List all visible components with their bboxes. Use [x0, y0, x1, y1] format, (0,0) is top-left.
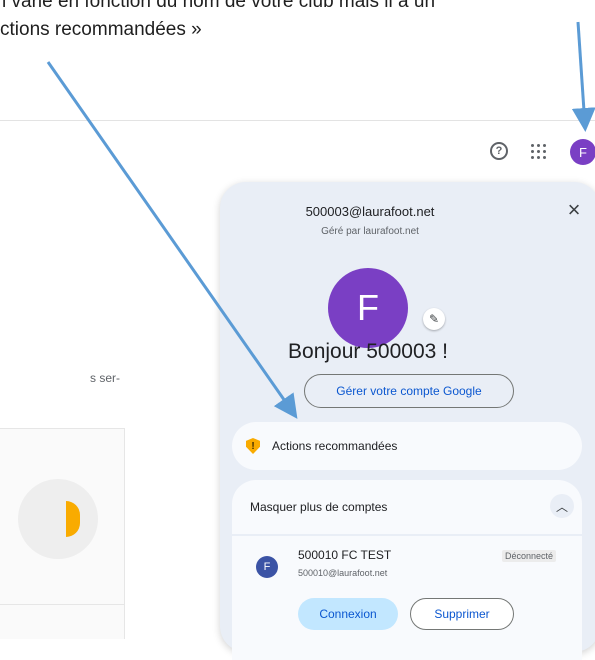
connect-button[interactable]: Connexion	[298, 598, 398, 630]
help-icon[interactable]: ?	[490, 142, 508, 160]
background-card	[0, 428, 125, 639]
caption-line-1: i varie en fonction du nom de votre club…	[2, 0, 436, 12]
other-account-email: 500010@laurafoot.net	[298, 568, 388, 578]
header-divider	[0, 120, 595, 121]
other-account-avatar[interactable]: F	[256, 556, 278, 578]
background-text: s ser-	[90, 371, 120, 385]
warning-shield-icon: !	[246, 438, 260, 454]
other-account-name[interactable]: 500010 FC TEST	[298, 548, 391, 562]
caption-line-2: ctions recommandées »	[0, 19, 202, 40]
managed-by-text: Géré par laurafoot.net	[321, 226, 419, 237]
hide-accounts-toggle-label[interactable]: Masquer plus de comptes	[250, 500, 387, 514]
account-avatar-button[interactable]: F	[570, 139, 595, 165]
apps-grid-icon[interactable]	[530, 143, 546, 159]
recommended-actions-label: Actions recommandées	[272, 439, 398, 453]
edit-pencil-icon[interactable]: ✎	[423, 308, 445, 330]
card-illustration	[18, 479, 98, 559]
account-email: 500003@laurafoot.net	[305, 204, 435, 219]
account-panel: 500003@laurafoot.net Géré par laurafoot.…	[220, 182, 595, 660]
close-icon[interactable]: ×	[564, 199, 584, 221]
manage-account-button[interactable]: Gérer votre compte Google	[304, 374, 514, 408]
recommended-actions-item[interactable]: ! Actions recommandées	[232, 422, 582, 470]
background-divider	[0, 604, 124, 605]
other-accounts-section: Masquer plus de comptes ︿ F 500010 FC TE…	[232, 480, 582, 660]
profile-avatar[interactable]: F	[328, 268, 408, 348]
chevron-up-icon[interactable]: ︿	[550, 494, 574, 518]
greeting: Bonjour 500003 !	[288, 340, 448, 363]
delete-button[interactable]: Supprimer	[410, 598, 514, 630]
status-badge: Déconnecté	[502, 550, 557, 562]
accounts-divider	[232, 534, 582, 536]
arrow-to-avatar	[571, 21, 595, 132]
